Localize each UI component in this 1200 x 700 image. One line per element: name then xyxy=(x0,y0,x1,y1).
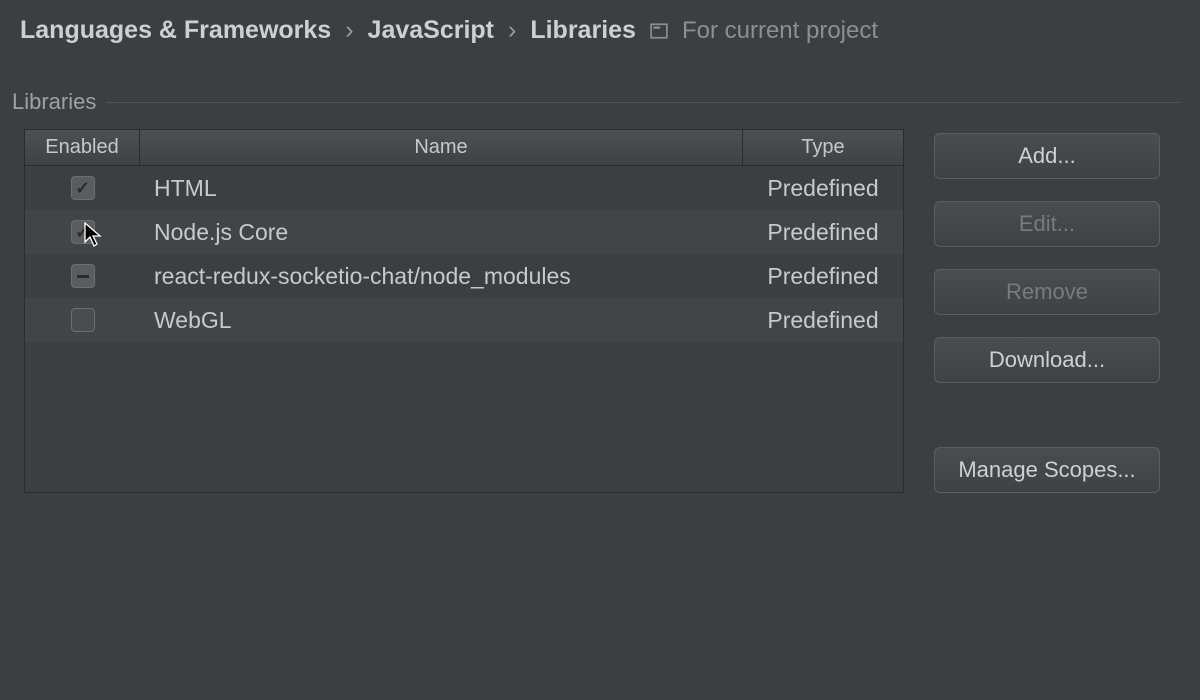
button-column: Add... Edit... Remove Download... Manage… xyxy=(934,129,1160,493)
divider xyxy=(106,102,1180,103)
table-row[interactable]: Node.js CorePredefined xyxy=(25,210,903,254)
library-name: HTML xyxy=(140,175,743,202)
libraries-table: Enabled Name Type HTMLPredefinedNode.js … xyxy=(24,129,904,493)
chevron-right-icon: › xyxy=(508,16,516,45)
remove-button[interactable]: Remove xyxy=(934,269,1160,315)
library-name: react-redux-socketio-chat/node_modules xyxy=(140,263,743,290)
download-button[interactable]: Download... xyxy=(934,337,1160,383)
add-button[interactable]: Add... xyxy=(934,133,1160,179)
edit-button[interactable]: Edit... xyxy=(934,201,1160,247)
library-type: Predefined xyxy=(743,175,903,202)
table-row[interactable]: WebGLPredefined xyxy=(25,298,903,342)
enabled-checkbox[interactable] xyxy=(71,176,95,200)
breadcrumb-seg-languages[interactable]: Languages & Frameworks xyxy=(20,16,331,45)
table-row[interactable]: react-redux-socketio-chat/node_modulesPr… xyxy=(25,254,903,298)
project-scope-icon xyxy=(650,22,668,40)
table-row[interactable]: HTMLPredefined xyxy=(25,166,903,210)
table-header: Enabled Name Type xyxy=(25,130,903,166)
library-type: Predefined xyxy=(743,219,903,246)
enabled-checkbox[interactable] xyxy=(71,308,95,332)
library-name: WebGL xyxy=(140,307,743,334)
breadcrumb: Languages & Frameworks › JavaScript › Li… xyxy=(0,0,1200,49)
col-name[interactable]: Name xyxy=(140,130,743,165)
col-type[interactable]: Type xyxy=(743,130,903,165)
scope-label: For current project xyxy=(682,17,878,45)
col-enabled[interactable]: Enabled xyxy=(25,130,140,165)
section-title: Libraries xyxy=(12,89,96,115)
library-type: Predefined xyxy=(743,263,903,290)
breadcrumb-seg-javascript[interactable]: JavaScript xyxy=(368,16,494,45)
library-name: Node.js Core xyxy=(140,219,743,246)
library-type: Predefined xyxy=(743,307,903,334)
breadcrumb-seg-libraries[interactable]: Libraries xyxy=(530,16,636,45)
chevron-right-icon: › xyxy=(345,16,353,45)
enabled-checkbox[interactable] xyxy=(71,220,95,244)
manage-scopes-button[interactable]: Manage Scopes... xyxy=(934,447,1160,493)
enabled-checkbox[interactable] xyxy=(71,264,95,288)
